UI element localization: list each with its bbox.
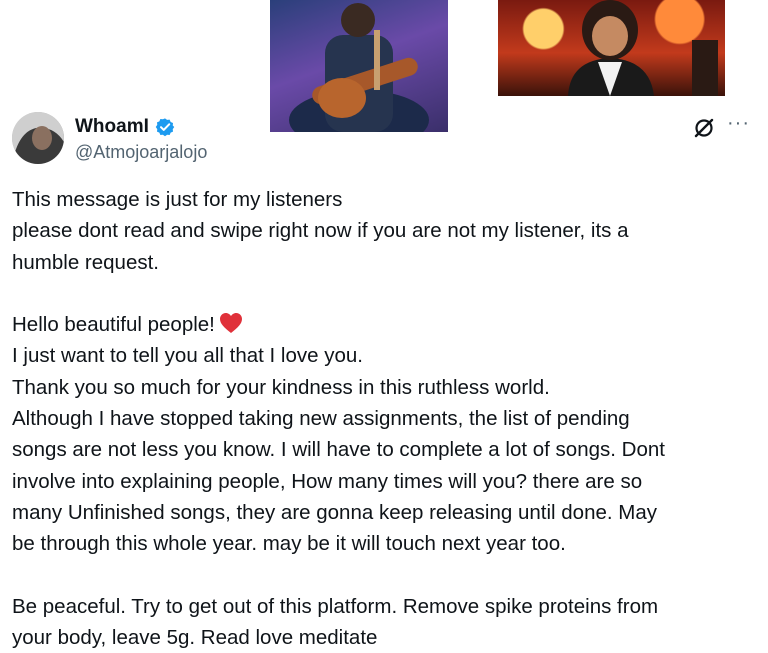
display-name[interactable]: WhoamI <box>75 116 149 138</box>
post-line: be through this whole year. may be it wi… <box>12 532 566 556</box>
greeting-line: Hello beautiful people! <box>12 309 752 340</box>
post-line: humble request. <box>12 250 160 274</box>
more-icon[interactable]: ··· <box>727 113 750 133</box>
author-name-row: WhoamI <box>75 116 175 138</box>
post-line: This message is just for my listeners <box>12 188 343 211</box>
verified-badge-icon <box>155 117 175 137</box>
singer-smiling-photo <box>498 0 725 96</box>
post-line: Although I have stopped taking new assig… <box>12 407 630 431</box>
performer-guitar-photo <box>270 0 448 132</box>
post-line: Thank you so much for your kindness in t… <box>12 375 550 399</box>
post-line: songs are not less you know. I will have… <box>12 438 665 462</box>
post-text: This message is just for my listeners pl… <box>12 184 752 653</box>
post-line: many Unfinished songs, they are gonna ke… <box>12 500 658 524</box>
post-line: your body, leave 5g. Read love meditate <box>12 626 378 650</box>
grok-icon[interactable] <box>693 117 715 139</box>
post-line: I just want to tell you all that I love … <box>12 344 363 368</box>
post-line: please dont read and swipe right now if … <box>12 219 629 243</box>
red-heart-emoji <box>219 312 243 334</box>
post-line: Be peaceful. Try to get out of this plat… <box>12 594 659 618</box>
post-line: involve into explaining people, How many… <box>12 469 643 493</box>
post-line: Hello beautiful people! <box>12 313 215 337</box>
avatar[interactable] <box>12 112 64 164</box>
author-handle[interactable]: @Atmojoarjalojo <box>75 142 207 163</box>
